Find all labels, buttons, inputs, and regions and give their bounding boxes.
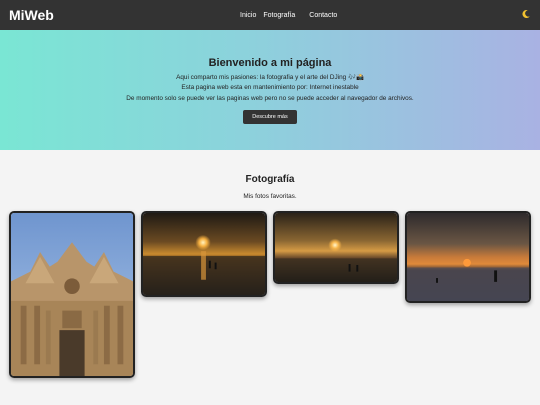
sunset-beach-photo-3[interactable] (405, 211, 531, 303)
hero-text-notice: De momento solo se puede ver las paginas… (126, 95, 414, 102)
nav-link-inicio[interactable]: Inicio (240, 12, 256, 19)
hero-text-maintenance: Esta pagina web esta en mantenimiento po… (181, 84, 359, 91)
gallery-title: Fotografía (245, 174, 295, 185)
hero-title: Bienvenido a mi página (208, 57, 332, 69)
cathedral-photo[interactable] (9, 211, 135, 378)
sunset-beach-photo-2[interactable] (273, 211, 399, 284)
nav-link-contacto[interactable]: Contacto (309, 12, 337, 19)
nav-links: Inicio Fotografía Contacto (240, 0, 337, 30)
photography-section: Fotografía Mis fotos favoritas. (0, 150, 540, 405)
moon-icon[interactable] (520, 8, 532, 20)
nav-link-fotografia[interactable]: Fotografía (263, 12, 295, 19)
navbar: MiWeb Inicio Fotografía Contacto (0, 0, 540, 30)
discover-button[interactable]: Descubre más (243, 110, 297, 124)
hero-text-passions: Aqui comparto mis pasiones: la fotografi… (176, 74, 364, 81)
hero-section: Bienvenido a mi página Aqui comparto mis… (0, 30, 540, 150)
sunset-beach-photo-1[interactable] (141, 211, 267, 297)
gallery-subtitle: Mis fotos favoritas. (243, 193, 297, 200)
brand-logo[interactable]: MiWeb (9, 7, 54, 23)
